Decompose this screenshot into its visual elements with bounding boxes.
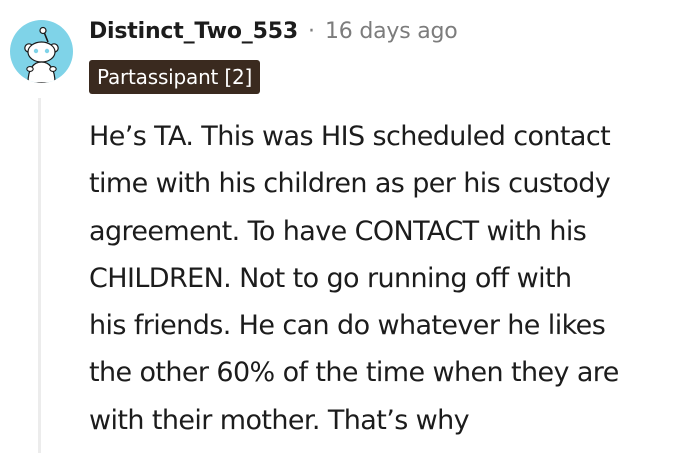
comment: Distinct_Two_553 · 16 days ago Partassip… — [0, 0, 700, 453]
user-flair-badge: Partassipant [2] — [89, 60, 261, 94]
comment-body-line: the other 60% of the time when they are — [89, 357, 619, 389]
comment-meta: Distinct_Two_553 · 16 days ago — [89, 14, 458, 48]
comment-body-line: his friends. He can do whatever he likes — [89, 310, 606, 342]
reddit-snoo-icon — [24, 26, 59, 83]
comment-body-line: with their mother. That’s why — [89, 404, 470, 436]
comment-body-line: time with his children as per his custod… — [89, 168, 611, 200]
comment-body-line: CHILDREN. Not to go running off with — [89, 262, 572, 294]
username-link[interactable]: Distinct_Two_553 — [89, 19, 298, 44]
timestamp-link[interactable]: 16 days ago — [325, 19, 458, 44]
comment-body-line: agreement. To have CONTACT with his — [89, 215, 587, 247]
comment-body-line: He’s TA. This was HIS scheduled contact — [89, 121, 611, 152]
avatar[interactable] — [10, 20, 73, 83]
comment-body: He’s TA. This was HIS scheduled contact … — [89, 113, 689, 444]
thread-collapse-line[interactable] — [38, 98, 41, 453]
meta-separator: · — [307, 18, 315, 44]
